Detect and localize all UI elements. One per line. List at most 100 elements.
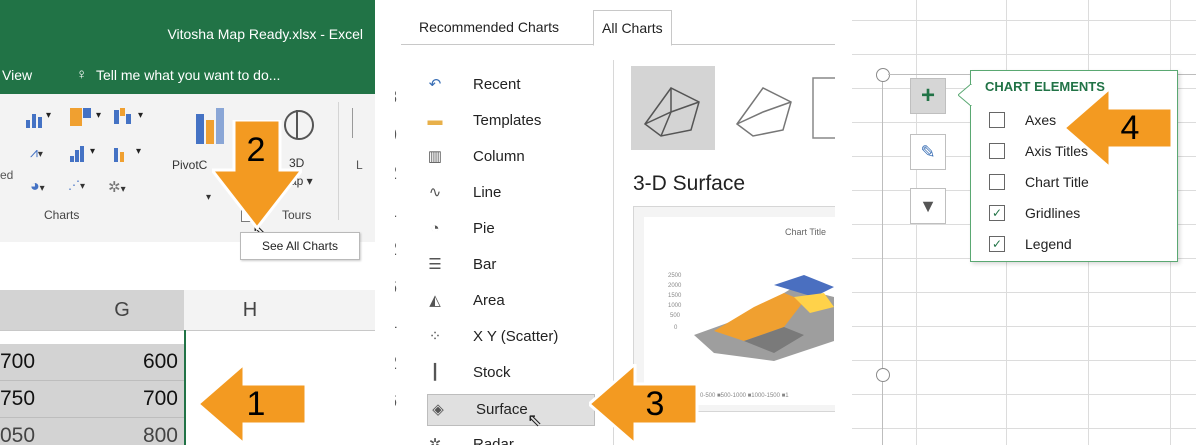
radar-chart-button[interactable]: ✲▾ (108, 178, 154, 196)
area-chart-icon: ◭ (429, 292, 441, 309)
preview-y-tick: 1500 (668, 293, 682, 299)
chart-type-label: Radar (473, 436, 514, 445)
chart-type-radar[interactable]: ✲ Radar (425, 430, 595, 445)
preview-chart-title: Chart Title (784, 227, 826, 237)
step-2-badge: 2 (246, 131, 266, 169)
flyout-pointer (958, 84, 972, 106)
preview-legend: 0-500 ■500-1000 ■1000-1500 ■1 (700, 393, 789, 399)
gridline (852, 54, 1196, 55)
step-3-badge: 3 (645, 385, 665, 423)
gridline (852, 20, 1196, 21)
element-option-label: Gridlines (1025, 205, 1081, 221)
pivotchart-dropdown-icon[interactable]: ▾ (206, 192, 211, 203)
step-4-badge: 4 (1120, 109, 1140, 147)
resize-handle[interactable] (876, 68, 890, 82)
tell-me-search[interactable]: Tell me what you want to do... (96, 67, 280, 83)
gridline (852, 326, 1196, 327)
surface-3d-thumb[interactable] (631, 66, 715, 150)
row-edge-num: 1 (395, 192, 397, 230)
checkbox[interactable]: ✓ (989, 205, 1005, 221)
tab-all-charts[interactable]: All Charts (593, 10, 672, 46)
radar-chart-icon: ✲ (428, 436, 442, 445)
window-title: Vitosha Map Ready.xlsx - Excel (167, 26, 363, 42)
chart-elements-panel: + ✎ ▼ CHART ELEMENTS Axes Axis Titles Char… (852, 0, 1196, 445)
checkbox[interactable] (989, 174, 1005, 190)
chart-type-pie[interactable]: ◔ Pie (425, 214, 595, 244)
chart-type-label: Line (473, 184, 502, 201)
element-option-label: Chart Title (1025, 174, 1089, 190)
row-edge-num: 9 (395, 116, 397, 154)
bar-chart-icon: ☰ (428, 256, 442, 273)
scatter-chart-icon: ⁘ (428, 328, 442, 345)
chart-type-recent[interactable]: ↶ Recent (425, 70, 595, 100)
row-edge-num: 2 (395, 344, 397, 382)
see-all-charts-tooltip: See All Charts (240, 232, 360, 260)
stock-chart-icon: ┃ (430, 364, 440, 381)
column-header-h[interactable]: H (184, 290, 317, 331)
checkbox[interactable] (989, 112, 1005, 128)
column-chart-button[interactable]: ▾ (22, 110, 68, 128)
gridline (852, 360, 1196, 361)
filter-icon: ▼ (919, 196, 937, 216)
checkbox[interactable]: ✓ (989, 236, 1005, 252)
statistic-chart-button[interactable]: ▾ (68, 144, 114, 162)
folder-icon: ▬ (427, 112, 443, 129)
pivotchart-label[interactable]: PivotC (172, 158, 207, 172)
checkbox[interactable] (989, 143, 1005, 159)
column-header-i[interactable] (316, 290, 375, 331)
element-option-label: Axes (1025, 112, 1057, 128)
preview-y-tick: 2000 (668, 283, 682, 289)
row-edge-num: 2 (395, 230, 397, 268)
chart-elements-button[interactable]: + (910, 78, 946, 114)
row-edge-num: 8 (395, 78, 397, 116)
preview-surface-plot (694, 275, 834, 361)
chart-type-surface[interactable]: ◈ Surface (427, 394, 595, 426)
insert-chart-dialog: 8 9 2 1 2 6 4 2 6 Recommended Charts All… (395, 0, 835, 445)
lightbulb-icon: ♀ (76, 66, 88, 83)
ribbon-separator (338, 102, 339, 220)
chart-type-label: Surface (476, 401, 528, 418)
chart-type-area[interactable]: ◭ Area (425, 286, 595, 316)
ribbon-insert: ed ▾ ▾ ▾ ⩘▾ ▾ ▾ ◕▾ ⋰▾ ✲▾ PivotC ▾ 3D Map… (0, 94, 375, 242)
chart-type-label: Templates (473, 112, 542, 129)
resize-handle[interactable] (876, 368, 890, 382)
chart-filters-button[interactable]: ▼ (910, 188, 946, 224)
element-option-label: Legend (1025, 236, 1072, 252)
subtype-thumbnails (631, 66, 835, 150)
chart-type-label: Area (473, 292, 505, 309)
column-header-g[interactable]: G (60, 290, 185, 331)
chart-type-label: Pie (473, 220, 495, 237)
chart-type-label: Column (473, 148, 525, 165)
line-chart-icon: ∿ (428, 184, 442, 201)
mouse-cursor-icon: ⇖ (527, 410, 543, 430)
contour-thumb[interactable] (811, 66, 835, 150)
chart-type-label: X Y (Scatter) (473, 328, 559, 345)
chart-area-border (882, 74, 883, 445)
surface-chart-icon: ◈ (432, 401, 444, 418)
chart-type-x-y-scatter[interactable]: ⁘ X Y (Scatter) (425, 322, 595, 352)
chart-type-label: Bar (473, 256, 497, 273)
selection-border (0, 330, 186, 445)
waterfall-chart-button[interactable]: ▾ (112, 108, 158, 126)
row-edge-num: 2 (395, 154, 397, 192)
hierarchy-chart-button[interactable]: ▾ (68, 108, 114, 126)
gridline (852, 292, 1196, 293)
chart-styles-button[interactable]: ✎ (910, 134, 946, 170)
wireframe-surface-thumb[interactable] (723, 66, 807, 150)
gridline (852, 394, 1196, 395)
sparkline-icon[interactable] (352, 108, 367, 138)
chart-type-stock[interactable]: ┃ Stock (425, 358, 595, 388)
chart-type-column[interactable]: ▥ Column (425, 142, 595, 172)
dialog-tabs: Recommended Charts All Charts (401, 10, 835, 46)
column-header-f[interactable] (0, 290, 61, 331)
tab-view[interactable]: View (2, 67, 32, 83)
chart-type-bar[interactable]: ☰ Bar (425, 250, 595, 280)
ribbon-edge-label: ed (0, 168, 14, 182)
gridline (852, 428, 1196, 429)
tab-recommended-charts[interactable]: Recommended Charts (411, 10, 567, 44)
chart-type-line[interactable]: ∿ Line (425, 178, 595, 208)
combo-chart-button[interactable]: ▾ (112, 144, 158, 162)
charts-group-label: Charts (44, 208, 80, 222)
chart-type-templates[interactable]: ▬ Templates (425, 106, 595, 136)
title-bar: Vitosha Map Ready.xlsx - Excel (0, 0, 375, 58)
